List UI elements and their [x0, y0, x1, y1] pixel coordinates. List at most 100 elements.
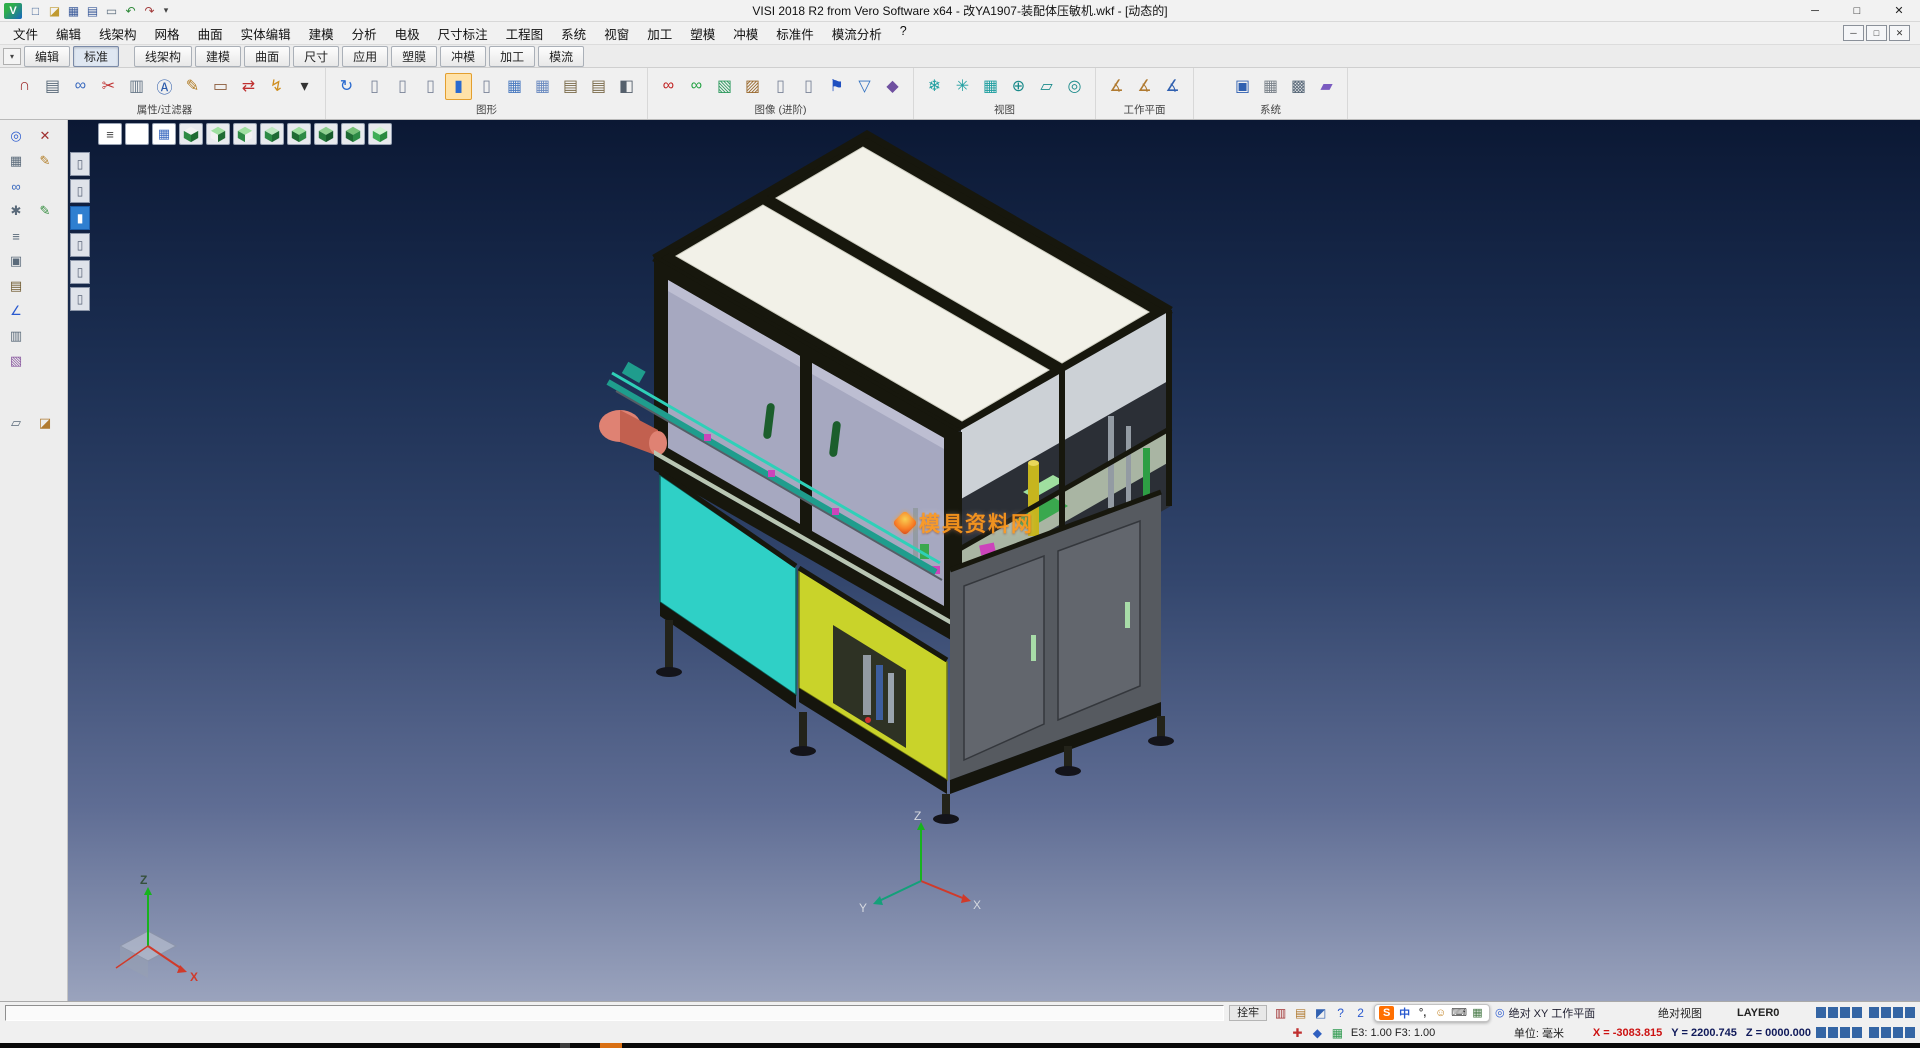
archive-icon-1[interactable]: ▤ — [557, 73, 584, 100]
menu-item-11[interactable]: 系统 — [552, 22, 595, 45]
active-layer-label[interactable]: LAYER0 — [1737, 1007, 1811, 1019]
maximize-button[interactable]: □ — [1836, 0, 1878, 21]
menu-item-0[interactable]: 文件 — [4, 22, 47, 45]
view-blank-icon[interactable] — [125, 123, 149, 145]
snapshot-icon[interactable]: ◧ — [613, 73, 640, 100]
layer-pill-icon-3[interactable]: ▯ — [417, 73, 444, 100]
view-cube-right-icon[interactable] — [233, 123, 257, 145]
status-gem-icon[interactable]: ◆ — [1309, 1025, 1326, 1041]
status-grid2-icon[interactable]: ▦ — [1329, 1025, 1346, 1041]
mdi-close-button[interactable]: ✕ — [1889, 25, 1910, 41]
grid-edit-icon[interactable]: ▥ — [3, 325, 29, 347]
menu-item-6[interactable]: 建模 — [300, 22, 343, 45]
clipboard-slot-icon-2[interactable]: ▯ — [70, 179, 90, 203]
render-pill-icon-1[interactable]: ▯ — [767, 73, 794, 100]
tab-0[interactable]: 编辑 — [24, 46, 70, 67]
redo-icon[interactable]: ↷ — [140, 2, 159, 20]
new-document-icon[interactable]: □ — [26, 2, 45, 20]
annotate-icon[interactable]: ✎ — [32, 200, 58, 222]
tab-8[interactable]: 冲模 — [440, 46, 486, 67]
save-icon[interactable]: ▦ — [64, 2, 83, 20]
view-cube-dynamic-icon[interactable] — [368, 123, 392, 145]
clipboard-slot-icon-6[interactable]: ▯ — [70, 287, 90, 311]
menu-item-3[interactable]: 网格 — [146, 22, 189, 45]
link-rings-icon[interactable]: ∞ — [67, 73, 94, 100]
tab-3[interactable]: 建模 — [195, 46, 241, 67]
menu-item-4[interactable]: 曲面 — [189, 22, 232, 45]
monitor-icon[interactable]: ▣ — [1229, 73, 1256, 100]
layer-pill-icon-2[interactable]: ▯ — [389, 73, 416, 100]
close-button[interactable]: ✕ — [1878, 0, 1920, 21]
duplicate-icon[interactable]: ▤ — [3, 275, 29, 297]
workplane-compass-icon-1[interactable]: ∡ — [1103, 73, 1130, 100]
view-grid-icon[interactable]: ▦ — [977, 73, 1004, 100]
view-wire-icon[interactable]: ▦ — [152, 123, 176, 145]
layer-pill-icon-4[interactable]: ▯ — [473, 73, 500, 100]
funnel-icon[interactable]: ▽ — [851, 73, 878, 100]
menu-item-7[interactable]: 分析 — [343, 22, 386, 45]
view-target-icon[interactable]: ◎ — [1061, 73, 1088, 100]
doc-palette-icon[interactable]: ◪ — [32, 412, 58, 434]
flag-icon[interactable]: ⚑ — [823, 73, 850, 100]
view-list-icon[interactable]: ≡ — [98, 123, 122, 145]
plane-edit-icon[interactable]: ▱ — [3, 412, 29, 434]
print-icon[interactable]: ▭ — [102, 2, 121, 20]
undo-icon[interactable]: ↶ — [121, 2, 140, 20]
pen-attribute-icon[interactable]: ✎ — [179, 73, 206, 100]
view-cube-top-icon[interactable] — [179, 123, 203, 145]
view-fan-icon[interactable]: ✳ — [949, 73, 976, 100]
menu-item-14[interactable]: 塑模 — [681, 22, 724, 45]
status-message-field[interactable] — [5, 1005, 1224, 1021]
sogou-logo-icon[interactable]: S — [1379, 1006, 1394, 1020]
window-select-icon[interactable]: ▦ — [3, 150, 29, 172]
menu-item-5[interactable]: 实体编辑 — [232, 22, 300, 45]
layers-icon[interactable]: ≡ — [3, 225, 29, 247]
view-cube-iso-icon[interactable] — [260, 123, 284, 145]
eraser-icon[interactable]: ▭ — [207, 73, 234, 100]
tab-10[interactable]: 模流 — [538, 46, 584, 67]
layer-pill-active-icon[interactable]: ▮ — [445, 73, 472, 100]
clipboard-slot-icon-1[interactable]: ▯ — [70, 152, 90, 176]
lightning-icon[interactable]: ↯ — [263, 73, 290, 100]
clipboard-slot-icon-4[interactable]: ▯ — [70, 233, 90, 257]
view-zoom-icon[interactable]: ⊕ — [1005, 73, 1032, 100]
mdi-restore-button[interactable]: □ — [1866, 25, 1887, 41]
measure-icon[interactable]: ∠ — [3, 300, 29, 322]
tab-5[interactable]: 尺寸 — [293, 46, 339, 67]
layer-pill-icon-1[interactable]: ▯ — [361, 73, 388, 100]
grid-box-icon-2[interactable]: ▦ — [529, 73, 556, 100]
menu-item-17[interactable]: 模流分析 — [823, 22, 891, 45]
ime-emoji-icon[interactable]: ☺ — [1433, 1006, 1448, 1020]
board-icon[interactable]: ▰ — [1313, 73, 1340, 100]
magnet-icon[interactable]: ∩ — [11, 73, 38, 100]
tab-2[interactable]: 线架构 — [134, 46, 192, 67]
tab-4[interactable]: 曲面 — [244, 46, 290, 67]
menu-item-1[interactable]: 编辑 — [47, 22, 90, 45]
menu-item-8[interactable]: 电极 — [386, 22, 429, 45]
ime-keyboard-icon[interactable]: ⌨ — [1451, 1006, 1467, 1020]
cube-render-icon[interactable]: ◆ — [879, 73, 906, 100]
ime-lang-icon[interactable]: 中 — [1397, 1006, 1412, 1020]
swap-arrows-icon[interactable]: ⇄ — [235, 73, 262, 100]
stereo-glasses-icon-2[interactable]: ∞ — [683, 73, 710, 100]
clipboard-slot-icon-5[interactable]: ▯ — [70, 260, 90, 284]
chain-icon[interactable]: ∞ — [3, 175, 29, 197]
quick-access-caret-icon[interactable]: ▾ — [159, 5, 173, 16]
open-folder-icon[interactable]: ◪ — [45, 2, 64, 20]
cut-attributes-icon[interactable]: ✂ — [95, 73, 122, 100]
mdi-minimize-button[interactable]: ─ — [1843, 25, 1864, 41]
attributes-caret[interactable]: ▾ — [291, 73, 318, 100]
redraw-icon[interactable]: ↻ — [333, 73, 360, 100]
stereo-glasses-icon-1[interactable]: ∞ — [655, 73, 682, 100]
tab-6[interactable]: 应用 — [342, 46, 388, 67]
color-grid-icon[interactable] — [1201, 73, 1228, 100]
lock-toggle[interactable]: 拴牢 — [1229, 1005, 1267, 1021]
menu-item-16[interactable]: 标准件 — [767, 22, 823, 45]
status-help-icon[interactable]: ? — [1332, 1005, 1349, 1021]
render-pill-icon-2[interactable]: ▯ — [795, 73, 822, 100]
save-all-icon[interactable]: ▤ — [83, 2, 102, 20]
status-two-icon[interactable]: 2 — [1352, 1005, 1369, 1021]
status-clip-icon[interactable]: ▤ — [1292, 1005, 1309, 1021]
ime-punct-icon[interactable]: °, — [1415, 1006, 1430, 1020]
stamp-icon[interactable]: ▣ — [3, 250, 29, 272]
